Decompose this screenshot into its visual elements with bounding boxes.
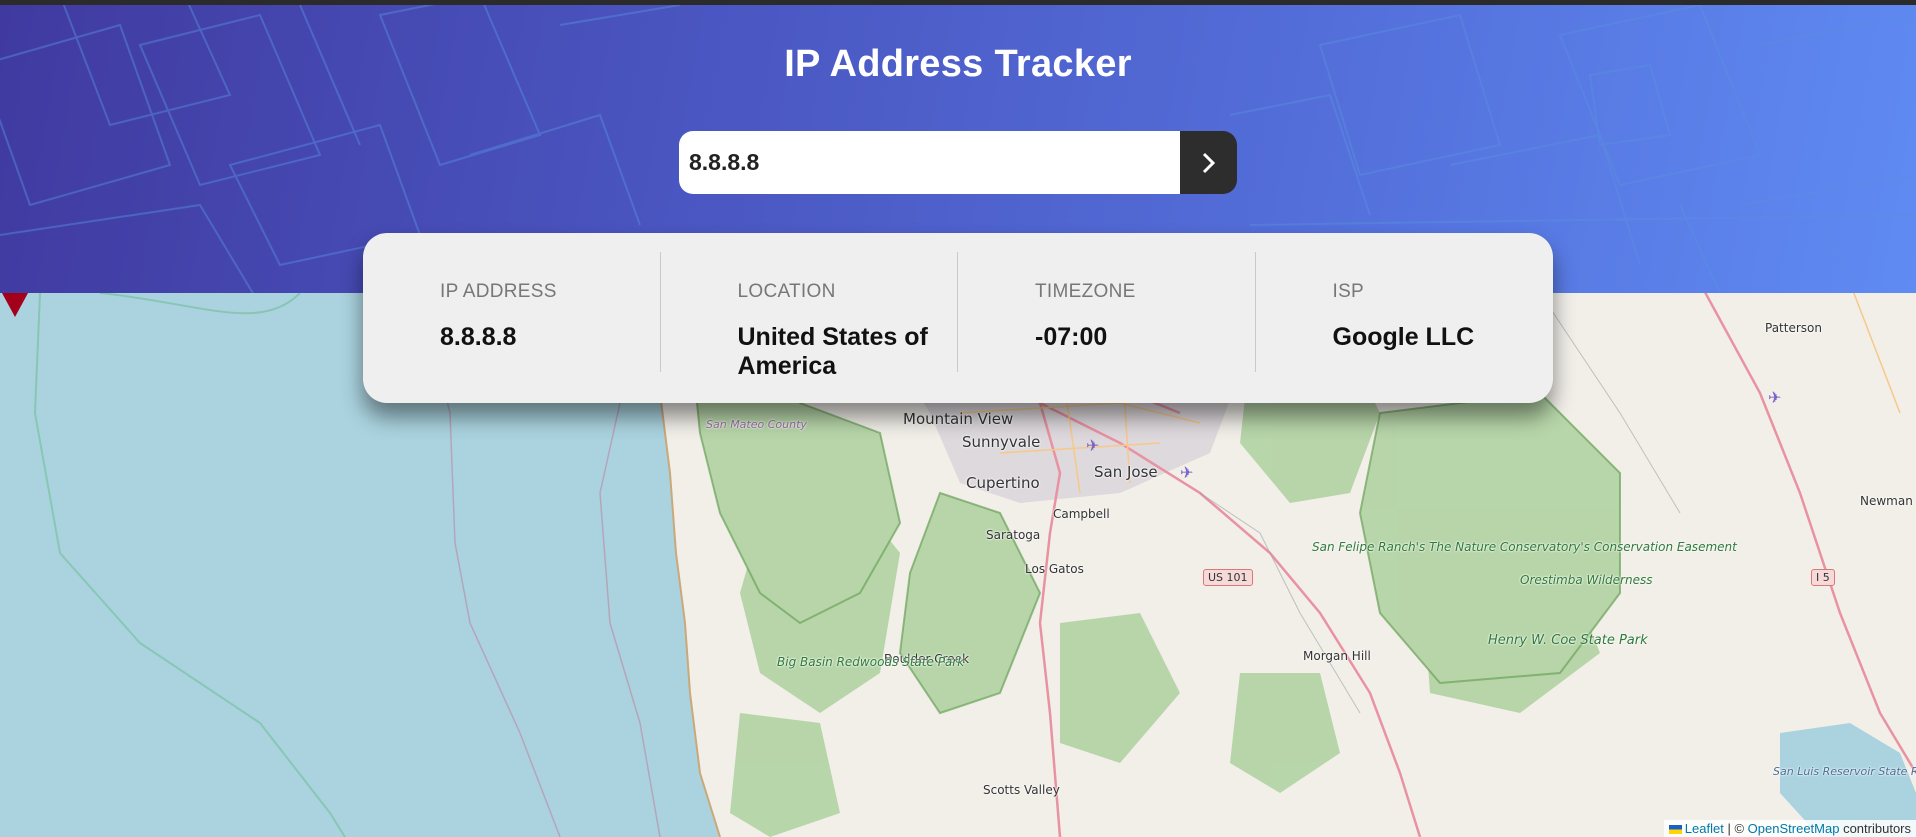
map-label-los-gatos: Los Gatos — [1025, 562, 1084, 576]
openstreetmap-link[interactable]: OpenStreetMap — [1748, 821, 1840, 836]
info-timezone: TIMEZONE -07:00 — [958, 233, 1256, 403]
ip-info-card: IP ADDRESS 8.8.8.8 LOCATION United State… — [363, 233, 1553, 403]
attribution-contributors: contributors — [1843, 821, 1911, 836]
map-label-patterson: Patterson — [1765, 321, 1822, 335]
highway-shield-us101: US 101 — [1203, 569, 1253, 586]
info-value: Google LLC — [1332, 323, 1475, 351]
search-submit-button[interactable] — [1180, 131, 1237, 194]
ip-search-form — [679, 131, 1237, 194]
chevron-right-icon — [1202, 152, 1215, 173]
ukraine-flag-icon — [1668, 825, 1682, 834]
info-isp: ISP Google LLC — [1256, 233, 1554, 403]
airport-icon: ✈ — [1180, 465, 1194, 482]
page-title: IP Address Tracker — [784, 43, 1132, 85]
map-label-campbell: Campbell — [1053, 507, 1110, 521]
ip-search-input[interactable] — [679, 131, 1180, 194]
airport-icon: ✈ — [1768, 390, 1782, 407]
info-value: 8.8.8.8 — [440, 323, 517, 351]
info-label: IP ADDRESS — [440, 281, 557, 302]
map-label-san-felipe: San Felipe Ranch's The Nature Conservato… — [1312, 540, 1737, 554]
map-label-morgan-hill: Morgan Hill — [1303, 649, 1371, 663]
airport-icon: ✈ — [1086, 438, 1100, 455]
map-label-san-luis: San Luis Reservoir State Recreation Area — [1773, 765, 1916, 778]
info-label: TIMEZONE — [1035, 281, 1136, 302]
map-label-henry-coe: Henry W. Coe State Park — [1488, 633, 1648, 648]
info-label: LOCATION — [737, 281, 836, 302]
location-marker-icon[interactable] — [0, 293, 30, 325]
map-label-newman: Newman — [1860, 494, 1913, 508]
map-attribution: Leaflet | © OpenStreetMap contributors — [1663, 820, 1916, 837]
map-label-sunnyvale: Sunnyvale — [962, 433, 1041, 451]
attribution-separator: | © — [1727, 821, 1745, 836]
info-ip-address: IP ADDRESS 8.8.8.8 — [363, 233, 661, 403]
map-label-mountain-view: Mountain View — [903, 410, 1014, 428]
leaflet-link[interactable]: Leaflet — [1685, 821, 1724, 836]
map-label-orestimba: Orestimba Wilderness — [1520, 573, 1653, 587]
map-label-saratoga: Saratoga — [986, 528, 1041, 542]
map-label-san-jose: San Jose — [1094, 463, 1158, 481]
info-label: ISP — [1332, 281, 1365, 302]
highway-shield-i5: I 5 — [1811, 569, 1835, 586]
map-label-big-basin: Big Basin Redwoods State Park — [777, 655, 964, 669]
info-value: -07:00 — [1035, 323, 1108, 351]
info-value: United States of America — [737, 323, 928, 380]
window-top-bar — [0, 0, 1916, 5]
info-location: LOCATION United States of America — [661, 233, 959, 403]
map-label-scotts-valley: Scotts Valley — [983, 783, 1060, 797]
map-label-cupertino: Cupertino — [966, 474, 1040, 492]
map-label-san-mateo-county: San Mateo County — [706, 418, 807, 431]
